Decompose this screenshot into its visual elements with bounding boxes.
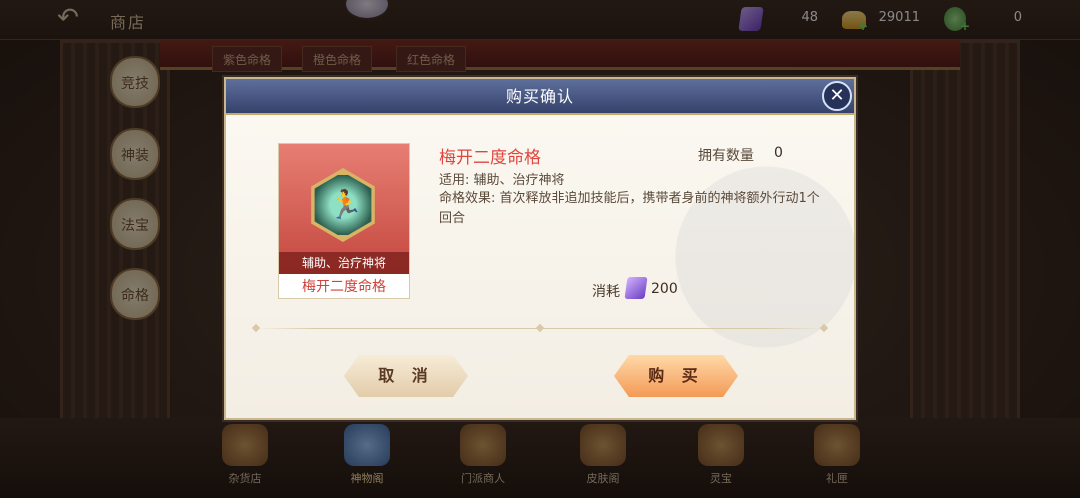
purchase-confirm-dialog: 购买确认 ✕ 🏃 辅助、治疗神将 梅开二度命格 梅开二度命格 拥有数量 0 适用…	[224, 77, 856, 420]
dialog-title: 购买确认	[505, 87, 574, 106]
divider-ornament	[251, 323, 261, 333]
cost-label: 消耗	[592, 284, 620, 300]
item-art: 🏃 辅助、治疗神将	[279, 144, 409, 274]
purple-ticket-icon	[624, 277, 648, 299]
item-tag: 辅助、治疗神将	[279, 252, 409, 274]
running-figure-icon: 🏃	[328, 188, 363, 221]
dialog-body: 🏃 辅助、治疗神将 梅开二度命格 梅开二度命格 拥有数量 0 适用: 辅助、治疗…	[226, 117, 854, 418]
owned-count: 0	[774, 145, 783, 161]
applies-to: 适用: 辅助、治疗神将	[439, 173, 565, 188]
buy-button[interactable]: 购 买	[614, 355, 738, 397]
item-card: 🏃 辅助、治疗神将 梅开二度命格	[278, 143, 410, 299]
dialog-header: 购买确认 ✕	[226, 79, 854, 115]
item-card-name: 梅开二度命格	[302, 279, 386, 295]
item-effect: 命格效果: 首次释放非追加技能后，携带者身前的神将额外行动1个回合	[439, 191, 820, 226]
divider-ornament	[819, 323, 829, 333]
item-name: 梅开二度命格	[439, 148, 541, 168]
cancel-button[interactable]: 取 消	[344, 355, 468, 397]
divider-ornament	[535, 323, 545, 333]
owned-label: 拥有数量	[698, 148, 754, 164]
close-icon[interactable]: ✕	[822, 81, 852, 111]
cost-amount: 200	[651, 281, 678, 297]
